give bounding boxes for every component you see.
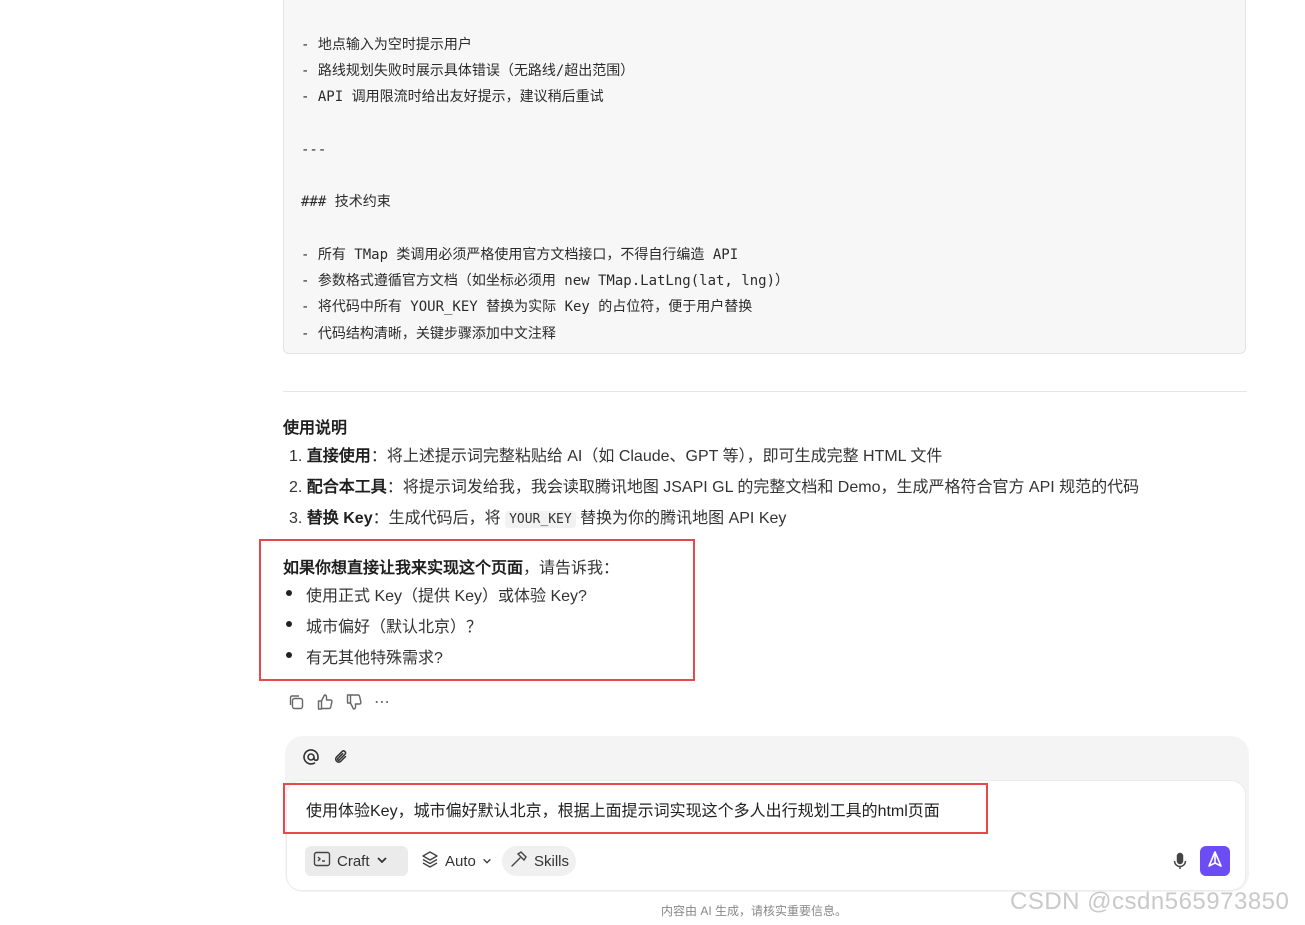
terminal-folder-icon (313, 851, 331, 871)
model-label: Auto (445, 852, 476, 870)
microphone-icon[interactable] (1170, 851, 1190, 871)
code-line: - API 调用限流时给出友好提示，建议稍后重试 (301, 89, 604, 105)
paperclip-icon[interactable] (331, 747, 351, 767)
code-line: ### 技术约束 (301, 194, 391, 210)
code-line: --- (301, 142, 327, 158)
send-arrow-icon (1206, 850, 1224, 873)
list-item: 使用正式 Key（提供 Key）或体验 Key? (286, 582, 587, 606)
code-line: - 路线规划失败时展示具体错误（无路线/超出范围） (301, 63, 635, 79)
usage-item-bold: 配合本工具 (306, 479, 387, 496)
usage-item-text: ：生成代码后，将 (372, 510, 506, 527)
mode-select-button[interactable]: Craft (305, 846, 408, 876)
question-title: 如果你想直接让我来实现这个页面，请告诉我： (283, 554, 619, 578)
skills-button[interactable]: Skills (502, 846, 576, 876)
send-button[interactable] (1200, 846, 1230, 876)
usage-item-text: ：将提示词发给我，我会读取腾讯地图 JSAPI GL 的完整文档和 Demo，生… (386, 479, 1140, 496)
layers-icon (421, 850, 439, 872)
usage-item-bold: 直接使用 (306, 448, 371, 465)
hammer-icon (510, 850, 528, 872)
usage-item-number: 3. (289, 510, 303, 527)
usage-item: 3. 替换 Key：生成代码后，将 YOUR_KEY 替换为你的腾讯地图 API… (289, 508, 786, 531)
code-line: - 地点输入为空时提示用户 (301, 37, 472, 53)
usage-title: 使用说明 (283, 420, 348, 437)
usage-item-number: 1. (289, 448, 303, 465)
chevron-down-icon (376, 853, 388, 870)
list-item: 城市偏好（默认北京）？ (285, 613, 482, 637)
copy-icon[interactable] (286, 692, 306, 712)
at-mention-icon[interactable] (301, 747, 321, 767)
code-line: - 参数格式遵循官方文档（如坐标必须用 new TMap.LatLng(lat,… (301, 273, 790, 289)
disclaimer-text: 内容由 AI 生成，请核实重要信息。 (661, 904, 848, 918)
code-line: - 代码结构清晰，关键步骤添加中文注释 (301, 326, 556, 342)
model-select-button[interactable]: Auto (413, 846, 497, 876)
usage-item-text: ：将上述提示词完整粘贴给 AI（如 Claude、GPT 等），即可生成完整 H… (370, 448, 943, 465)
usage-item-bold: 替换 Key (306, 510, 373, 527)
more-icon[interactable]: ⋯ (372, 692, 392, 712)
highlight-box (283, 783, 988, 834)
thumbs-up-icon[interactable] (315, 692, 335, 712)
code-line: - 所有 TMap 类调用必须严格使用官方文档接口，不得自行编造 API (301, 247, 739, 263)
mode-label: Craft (337, 852, 370, 870)
inline-code: YOUR_KEY (505, 511, 576, 528)
chevron-down-icon (482, 853, 492, 870)
question-bold: 如果你想直接让我来实现这个页面 (283, 560, 524, 577)
usage-item-number: 2. (289, 479, 303, 496)
divider (283, 391, 1247, 392)
usage-item-text: 替换为你的腾讯地图 API Key (575, 510, 787, 527)
question-rest: ，请告诉我： (523, 560, 620, 577)
skills-label: Skills (534, 852, 570, 870)
usage-item: 1. 直接使用：将上述提示词完整粘贴给 AI（如 Claude、GPT 等），即… (289, 446, 942, 468)
list-item: 有无其他特殊需求? (286, 644, 443, 668)
usage-item: 2. 配合本工具：将提示词发给我，我会读取腾讯地图 JSAPI GL 的完整文档… (289, 477, 1139, 499)
code-line: - 将代码中所有 YOUR_KEY 替换为实际 Key 的占位符，便于用户替换 (301, 299, 753, 315)
code-block: - 地点输入为空时提示用户 - 路线规划失败时展示具体错误（无路线/超出范围） … (283, 0, 1246, 354)
thumbs-down-icon[interactable] (344, 692, 364, 712)
watermark: CSDN @csdn565973850 (1010, 888, 1290, 915)
